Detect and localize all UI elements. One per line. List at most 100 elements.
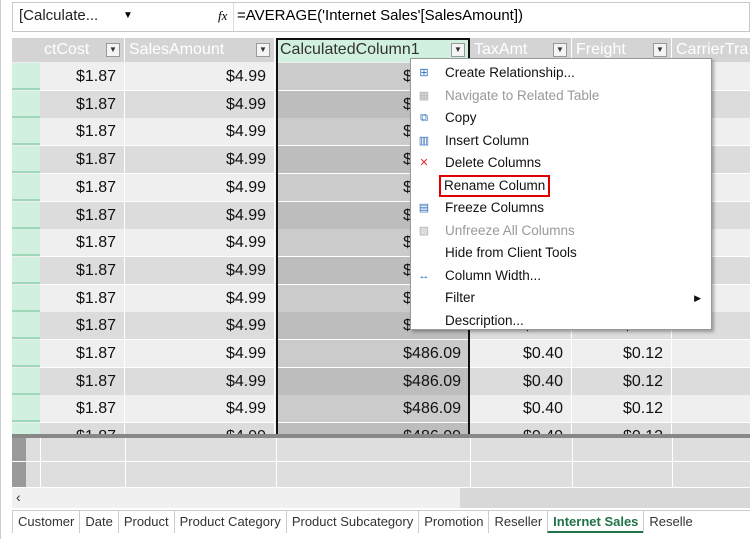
table-cell[interactable]: $4.99 — [125, 63, 275, 91]
table-cell[interactable]: $1.87 — [40, 423, 125, 434]
table-cell[interactable]: $0.40 — [470, 395, 572, 424]
select-all-corner[interactable] — [12, 38, 40, 62]
table-cell[interactable]: $4.99 — [125, 312, 275, 341]
row-header[interactable] — [12, 340, 40, 367]
filter-dropdown-icon[interactable]: ▼ — [553, 43, 567, 57]
table-cell[interactable] — [672, 340, 750, 368]
row-header[interactable] — [12, 256, 40, 284]
menu-item[interactable]: ▥ Insert Column — [411, 130, 711, 152]
menu-item[interactable]: Rename Column — [411, 174, 711, 197]
row-header[interactable] — [12, 63, 40, 90]
table-cell[interactable]: $1.87 — [40, 63, 125, 91]
name-box[interactable]: [Calculate... — [19, 7, 98, 24]
copy-icon: ⧉ — [420, 112, 428, 124]
menu-item[interactable]: ✕ Delete Columns — [411, 152, 711, 174]
table-cell[interactable] — [672, 367, 750, 396]
measure-grid-row[interactable] — [12, 438, 750, 462]
table-cell[interactable]: $4.99 — [125, 340, 275, 368]
table-cell[interactable]: $4.99 — [125, 90, 275, 119]
sheet-tab[interactable]: Product — [117, 511, 174, 533]
table-cell[interactable]: $4.99 — [125, 229, 275, 258]
filter-dropdown-icon[interactable]: ▼ — [256, 43, 270, 57]
menu-item[interactable]: ⊞ Create Relationship... — [411, 62, 711, 84]
table-cell[interactable]: $0.12 — [572, 367, 672, 396]
column-header-label: CarrierTra — [676, 41, 749, 58]
table-cell[interactable]: $1.87 — [40, 367, 125, 396]
sheet-tab[interactable]: Promotion — [418, 511, 488, 533]
row-header[interactable] — [12, 201, 40, 229]
table-cell[interactable]: $486.09 — [276, 367, 470, 396]
table-cell[interactable]: $4.99 — [125, 173, 275, 202]
table-cell[interactable]: $0.12 — [572, 340, 672, 368]
menu-item[interactable]: Filter ▶ — [411, 287, 711, 309]
menu-item[interactable]: ▤ Freeze Columns — [411, 197, 711, 219]
sheet-tab[interactable]: Reselle — [643, 511, 697, 533]
table-cell[interactable]: $486.09 — [276, 423, 470, 434]
table-cell[interactable]: $486.09 — [276, 340, 470, 368]
table-cell[interactable]: $4.99 — [125, 367, 275, 396]
table-cell[interactable]: $1.87 — [40, 90, 125, 119]
sheet-tab[interactable]: Reseller — [488, 511, 547, 533]
filter-dropdown-icon[interactable]: ▼ — [451, 43, 465, 57]
row-header[interactable] — [12, 284, 40, 312]
table-cell[interactable]: $1.87 — [40, 118, 125, 147]
sheet-tab[interactable]: Product Category — [173, 511, 286, 533]
table-cell[interactable]: $4.99 — [125, 256, 275, 285]
menu-item[interactable]: ▧ Unfreeze All Columns — [411, 220, 711, 242]
menu-item[interactable]: Hide from Client Tools — [411, 242, 711, 264]
row-header[interactable] — [12, 395, 40, 423]
table-cell[interactable]: $4.99 — [125, 201, 275, 230]
column-header[interactable]: ctCost ▼ — [40, 38, 125, 62]
sheet-tab[interactable]: Date — [79, 511, 117, 533]
table-cell[interactable]: $4.99 — [125, 146, 275, 175]
freeze-icon: ▤ — [418, 202, 430, 214]
sheet-tab[interactable]: Customer — [12, 511, 79, 533]
table-cell[interactable]: $1.87 — [40, 395, 125, 424]
row-header[interactable] — [12, 146, 40, 174]
table-cell[interactable]: $4.99 — [125, 395, 275, 424]
row-header[interactable] — [12, 90, 40, 118]
table-cell[interactable]: $1.87 — [40, 173, 125, 202]
table-cell[interactable]: $4.99 — [125, 423, 275, 434]
table-cell[interactable]: $0.40 — [470, 340, 572, 368]
table-cell[interactable]: $0.40 — [470, 423, 572, 434]
row-header[interactable] — [12, 229, 40, 257]
table-cell[interactable]: $486.09 — [276, 395, 470, 424]
table-cell[interactable]: $1.87 — [40, 201, 125, 230]
menu-item[interactable]: Description... — [411, 310, 711, 332]
row-header[interactable] — [12, 312, 40, 340]
table-cell[interactable]: $1.87 — [40, 340, 125, 368]
menu-item[interactable]: ↔ Column Width... — [411, 265, 711, 287]
caret-down-icon[interactable]: ▼ — [123, 10, 133, 21]
column-header[interactable]: SalesAmount ▼ — [125, 38, 275, 62]
scroll-left-icon[interactable]: ‹ — [16, 489, 21, 505]
fx-icon[interactable]: fx — [218, 8, 227, 24]
column-header-label: ctCost — [44, 41, 90, 58]
formula-input[interactable]: =AVERAGE('Internet Sales'[SalesAmount]) — [237, 7, 523, 24]
table-cell[interactable]: $4.99 — [125, 284, 275, 313]
row-header[interactable] — [12, 367, 40, 395]
table-cell[interactable]: $4.99 — [125, 118, 275, 147]
row-header[interactable] — [12, 118, 40, 146]
row-header[interactable] — [12, 173, 40, 201]
table-cell[interactable] — [672, 423, 750, 434]
filter-dropdown-icon[interactable]: ▼ — [106, 43, 120, 57]
table-cell[interactable]: $0.40 — [470, 367, 572, 396]
table-cell[interactable]: $1.87 — [40, 229, 125, 258]
menu-item[interactable]: ⧉ Copy — [411, 107, 711, 129]
horizontal-scrollbar[interactable]: ‹ — [12, 488, 750, 508]
sheet-tab[interactable]: Product Subcategory — [285, 511, 418, 533]
sheet-tab[interactable]: Internet Sales — [547, 511, 644, 533]
table-cell[interactable]: $0.12 — [572, 395, 672, 424]
table-cell[interactable]: $0.12 — [572, 423, 672, 434]
measure-grid-row[interactable] — [12, 462, 750, 488]
menu-item[interactable]: ▦ Navigate to Related Table — [411, 85, 711, 107]
table-cell[interactable]: $1.87 — [40, 256, 125, 285]
table-cell[interactable]: $1.87 — [40, 312, 125, 341]
table-cell[interactable]: $1.87 — [40, 146, 125, 175]
row-header[interactable] — [12, 423, 40, 434]
table-cell[interactable] — [672, 395, 750, 424]
filter-dropdown-icon[interactable]: ▼ — [653, 43, 667, 57]
table-cell[interactable]: $1.87 — [40, 284, 125, 313]
scrollbar-thumb[interactable] — [460, 488, 750, 508]
